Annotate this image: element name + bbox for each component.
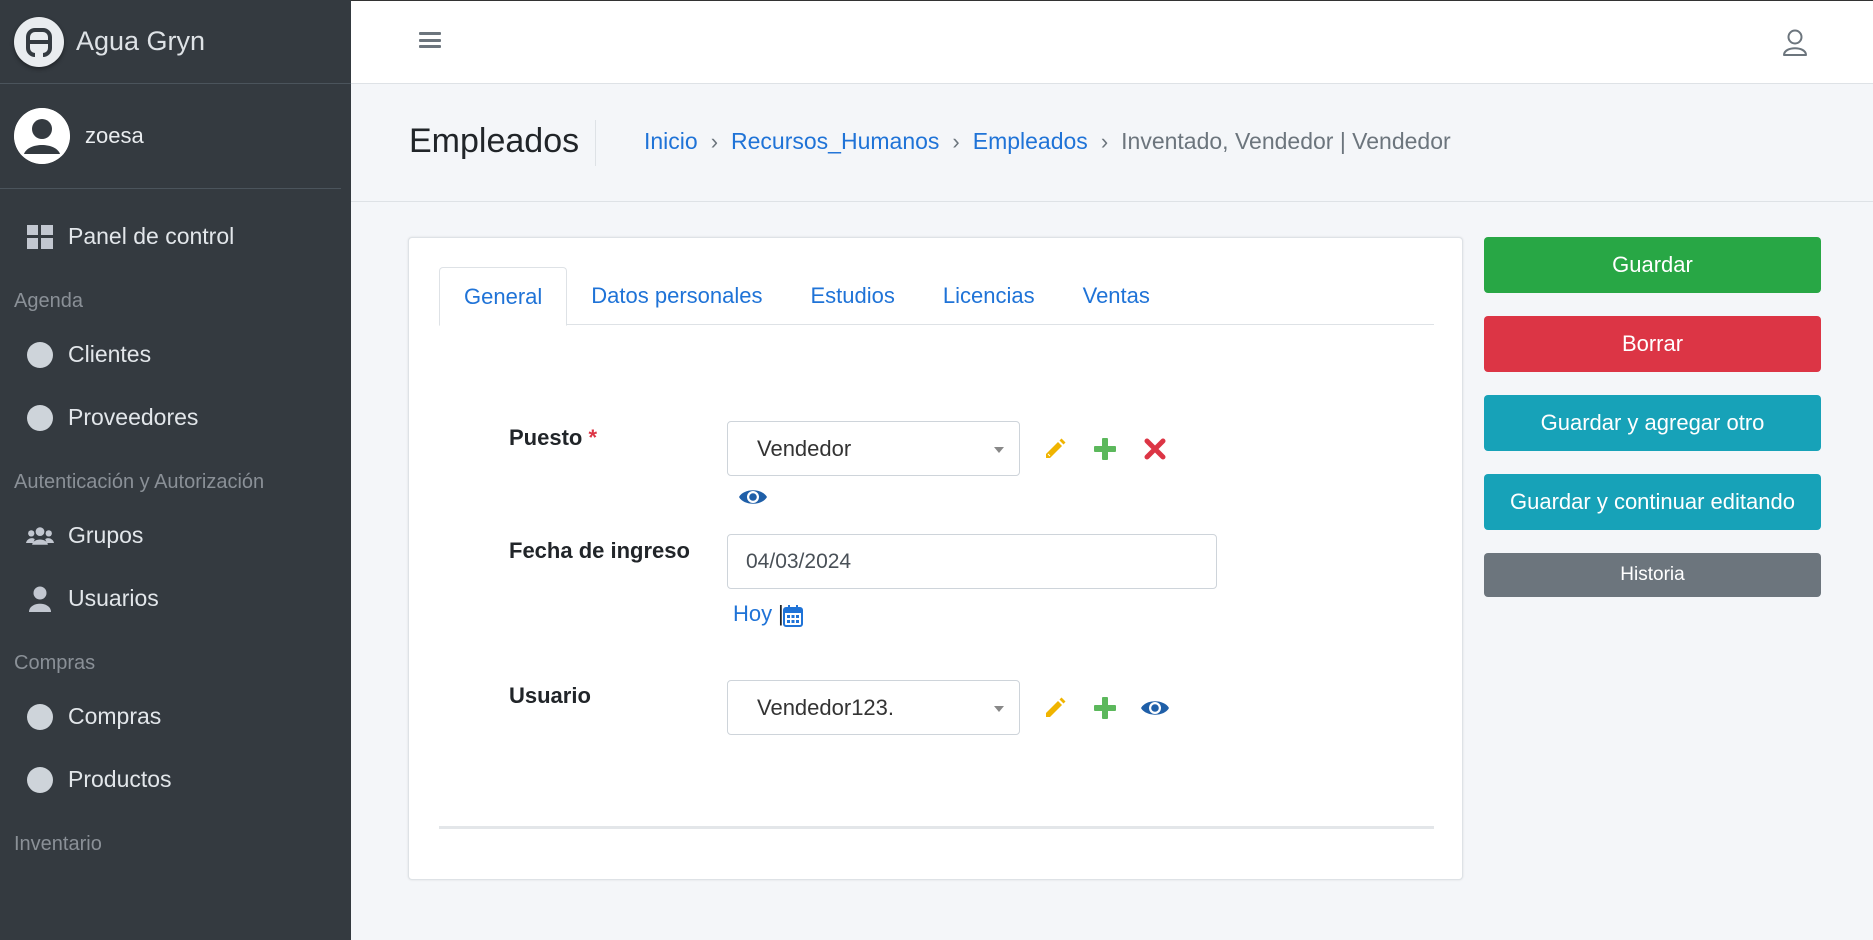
puesto-label: Puesto * bbox=[509, 425, 597, 451]
breadcrumb-recursos-humanos[interactable]: Recursos_Humanos bbox=[731, 128, 939, 155]
tab-estudios[interactable]: Estudios bbox=[787, 267, 919, 325]
puesto-select-value: Vendedor bbox=[757, 435, 852, 461]
sidebar-item-usuarios[interactable]: Usuarios bbox=[0, 567, 351, 630]
user-avatar-icon bbox=[14, 108, 70, 164]
usuario-select[interactable]: Vendedor123. bbox=[727, 680, 1020, 735]
sidebar-item-clientes[interactable]: Clientes bbox=[0, 323, 351, 386]
usuario-select-value: Vendedor123. bbox=[757, 694, 895, 720]
sidebar-item-proveedores[interactable]: Proveedores bbox=[0, 386, 351, 449]
fecha-ingreso-value: 04/03/2024 bbox=[746, 549, 852, 573]
user-menu-icon[interactable] bbox=[1779, 27, 1811, 59]
circle-icon bbox=[26, 341, 54, 369]
tab-ventas[interactable]: Ventas bbox=[1059, 267, 1174, 325]
breadcrumb-current: Inventado, Vendedor | Vendedor bbox=[1121, 128, 1451, 154]
circle-icon bbox=[26, 766, 54, 794]
add-plus-icon[interactable] bbox=[1089, 433, 1121, 465]
tab-panel-general: Puesto * Vendedor Fecha de ingreso 04/03… bbox=[439, 351, 1434, 829]
puesto-label-text: Puesto bbox=[509, 425, 583, 450]
dropdown-caret-icon bbox=[994, 447, 1004, 453]
fecha-ingreso-input[interactable]: 04/03/2024 bbox=[727, 534, 1217, 589]
employee-form-card: General Datos personales Estudios Licenc… bbox=[408, 237, 1463, 880]
sidebar-item-label: Clientes bbox=[68, 341, 152, 367]
fecha-ingreso-label: Fecha de ingreso bbox=[509, 538, 690, 563]
sidebar-item-grupos[interactable]: Grupos bbox=[0, 504, 351, 567]
sidebar-header-auth: Autenticación y Autorización bbox=[14, 471, 265, 493]
history-button[interactable]: Historia bbox=[1484, 553, 1821, 597]
sidebar-header-inventario: Inventario bbox=[14, 833, 102, 855]
brand-name: Agua Gryn bbox=[76, 26, 206, 56]
usuario-label: Usuario bbox=[509, 683, 591, 708]
sidebar-item-label: Productos bbox=[68, 766, 172, 792]
sidebar-item-productos[interactable]: Productos bbox=[0, 748, 351, 811]
today-link[interactable]: Hoy bbox=[733, 601, 772, 627]
sidebar-item-label: Panel de control bbox=[68, 223, 235, 249]
sidebar-item-dashboard[interactable]: Panel de control bbox=[0, 205, 351, 268]
breadcrumb-inicio[interactable]: Inicio bbox=[644, 128, 698, 155]
content-header: Empleados Inicio › Recursos_Humanos › Em… bbox=[351, 84, 1873, 202]
breadcrumb-empleados[interactable]: Empleados bbox=[973, 128, 1088, 155]
edit-pencil-icon[interactable] bbox=[1039, 433, 1071, 465]
sidebar-header-agenda: Agenda bbox=[14, 290, 83, 312]
tab-general[interactable]: General bbox=[439, 267, 568, 326]
required-mark: * bbox=[588, 425, 598, 450]
circle-icon bbox=[26, 703, 54, 731]
title-divider bbox=[595, 120, 596, 166]
circle-icon bbox=[26, 404, 54, 432]
delete-button[interactable]: Borrar bbox=[1484, 316, 1821, 372]
dropdown-caret-icon bbox=[994, 706, 1004, 712]
save-and-add-button[interactable]: Guardar y agregar otro bbox=[1484, 395, 1821, 451]
brand-logo-icon bbox=[14, 16, 64, 67]
calendar-icon[interactable] bbox=[779, 602, 807, 630]
puesto-select[interactable]: Vendedor bbox=[727, 421, 1020, 476]
user-icon bbox=[26, 585, 54, 613]
view-eye-icon[interactable] bbox=[737, 481, 769, 513]
delete-x-icon[interactable] bbox=[1139, 433, 1171, 465]
dashboard-grid-icon bbox=[26, 223, 54, 251]
sidebar-item-label: Proveedores bbox=[68, 404, 199, 430]
user-panel[interactable]: zoesa bbox=[0, 84, 341, 189]
sidebar-item-compras[interactable]: Compras bbox=[0, 685, 351, 748]
save-and-continue-button[interactable]: Guardar y continuar editando bbox=[1484, 474, 1821, 530]
save-button[interactable]: Guardar bbox=[1484, 237, 1821, 293]
sidebar: Agua Gryn zoesa Panel de control Agenda … bbox=[0, 0, 351, 940]
tab-datos-personales[interactable]: Datos personales bbox=[567, 267, 786, 325]
users-group-icon bbox=[26, 522, 54, 550]
edit-pencil-icon[interactable] bbox=[1039, 692, 1071, 724]
breadcrumb-separator: › bbox=[710, 128, 719, 154]
brand-link[interactable]: Agua Gryn bbox=[0, 0, 351, 84]
user-name: zoesa bbox=[85, 123, 144, 148]
sidebar-item-label: Usuarios bbox=[68, 585, 159, 611]
sidebar-header-compras: Compras bbox=[14, 652, 96, 674]
sidebar-item-label: Grupos bbox=[68, 522, 144, 548]
form-tabs: General Datos personales Estudios Licenc… bbox=[439, 267, 1434, 326]
breadcrumb-separator: › bbox=[952, 128, 960, 154]
page-title: Empleados bbox=[409, 122, 580, 160]
sidebar-item-label: Compras bbox=[68, 703, 162, 729]
menu-toggle-icon[interactable] bbox=[419, 29, 441, 51]
top-navbar bbox=[351, 0, 1873, 84]
add-plus-icon[interactable] bbox=[1089, 692, 1121, 724]
tab-licencias[interactable]: Licencias bbox=[919, 267, 1059, 325]
view-eye-icon[interactable] bbox=[1139, 692, 1171, 724]
breadcrumb: Inicio › Recursos_Humanos › Empleados › … bbox=[644, 128, 1451, 155]
breadcrumb-separator: › bbox=[1100, 128, 1109, 154]
